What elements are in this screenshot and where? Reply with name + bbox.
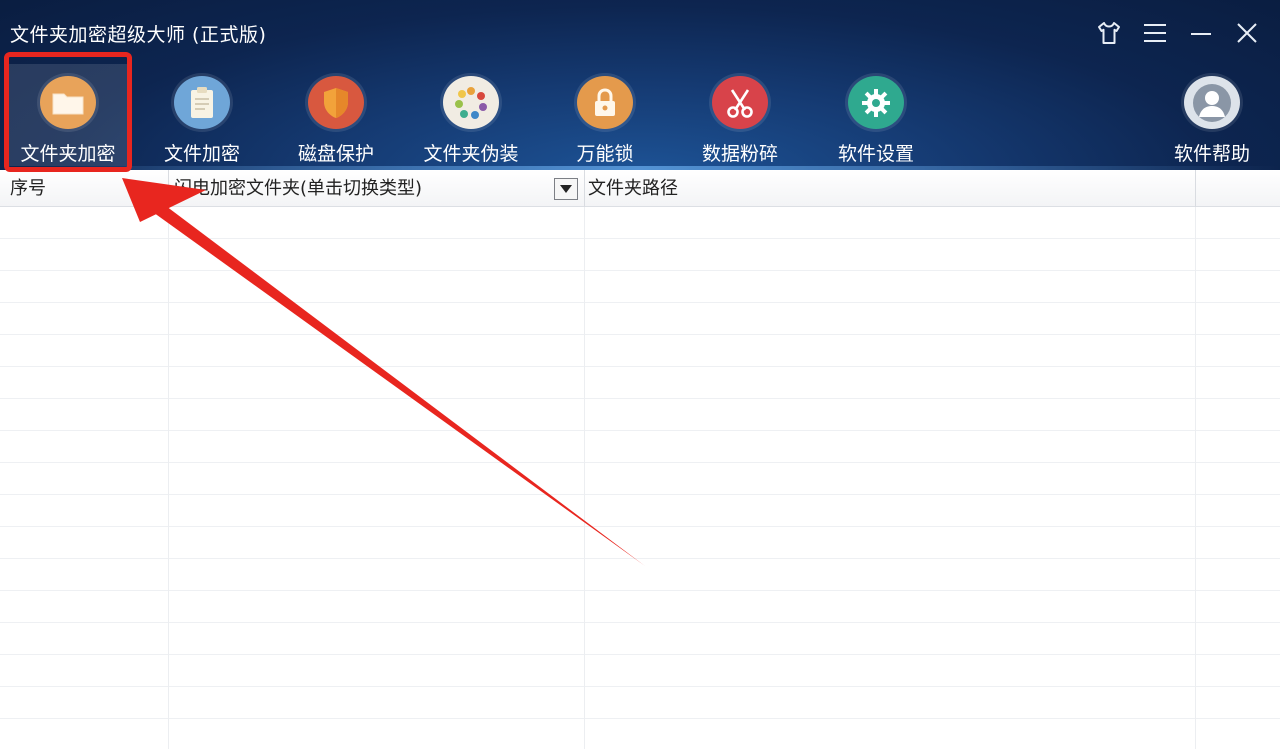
menu-icon[interactable] (1140, 18, 1170, 48)
gear-icon (848, 76, 904, 129)
app-window: 文件夹加密超级大师 (正式版) 文件夹加密 文件加密 磁盘保护 文件夹伪装 万能… (0, 0, 1280, 749)
column-header-index[interactable]: 序号 (0, 170, 46, 207)
window-title: 文件夹加密超级大师 (正式版) (10, 24, 267, 46)
window-controls (1094, 18, 1262, 48)
toolbar-label: 软件帮助 (1173, 143, 1250, 165)
table-header: 序号 闪电加密文件夹(单击切换类型) 文件夹路径 (0, 170, 1280, 207)
toolbar-label: 文件夹伪装 (423, 143, 519, 165)
title-and-toolbar-area: 文件夹加密超级大师 (正式版) 文件夹加密 文件加密 磁盘保护 文件夹伪装 万能… (0, 0, 1280, 170)
toolbar-file-encrypt[interactable]: 文件加密 (142, 64, 262, 166)
toolbar-disk-protect[interactable]: 磁盘保护 (276, 64, 396, 166)
toolbar-help[interactable]: 软件帮助 (1152, 64, 1272, 166)
column-gridline (168, 207, 169, 749)
user-icon (1184, 76, 1240, 129)
clipboard-icon (174, 76, 230, 129)
toolbar-universal-lock[interactable]: 万能锁 (545, 64, 665, 166)
column-divider[interactable] (1195, 170, 1196, 207)
toolbar-folder-encrypt[interactable]: 文件夹加密 (8, 64, 128, 166)
toolbar-data-shred[interactable]: 数据粉碎 (680, 64, 800, 166)
table-body[interactable] (0, 207, 1280, 749)
toolbar-label: 磁盘保护 (297, 143, 374, 165)
toolbar-label: 文件夹加密 (20, 143, 116, 165)
lock-icon (577, 76, 633, 129)
scissors-icon (712, 76, 768, 129)
toolbar-label: 数据粉碎 (701, 143, 778, 165)
main-toolbar: 文件夹加密 文件加密 磁盘保护 文件夹伪装 万能锁 数据粉碎 软件设置 软件帮助 (0, 64, 1280, 170)
folder-type-dropdown[interactable] (554, 178, 578, 200)
column-header-path[interactable]: 文件夹路径 (578, 170, 678, 207)
folder-table: 序号 闪电加密文件夹(单击切换类型) 文件夹路径 (0, 170, 1280, 749)
minimize-icon[interactable] (1186, 18, 1216, 48)
toolbar-label: 万能锁 (576, 143, 634, 165)
shield-icon (308, 76, 364, 129)
close-icon[interactable] (1232, 18, 1262, 48)
toolbar-label: 文件加密 (163, 143, 240, 165)
toolbar-settings[interactable]: 软件设置 (816, 64, 936, 166)
column-gridline (584, 207, 585, 749)
toolbar-label: 软件设置 (837, 143, 914, 165)
toolbar-folder-disguise[interactable]: 文件夹伪装 (411, 64, 531, 166)
palette-icon (443, 76, 499, 129)
folder-icon (40, 76, 96, 129)
shirt-icon[interactable] (1094, 18, 1124, 48)
chevron-down-icon (560, 185, 572, 193)
column-gridline (1195, 207, 1196, 749)
column-header-folder[interactable]: 闪电加密文件夹(单击切换类型) (164, 170, 422, 207)
